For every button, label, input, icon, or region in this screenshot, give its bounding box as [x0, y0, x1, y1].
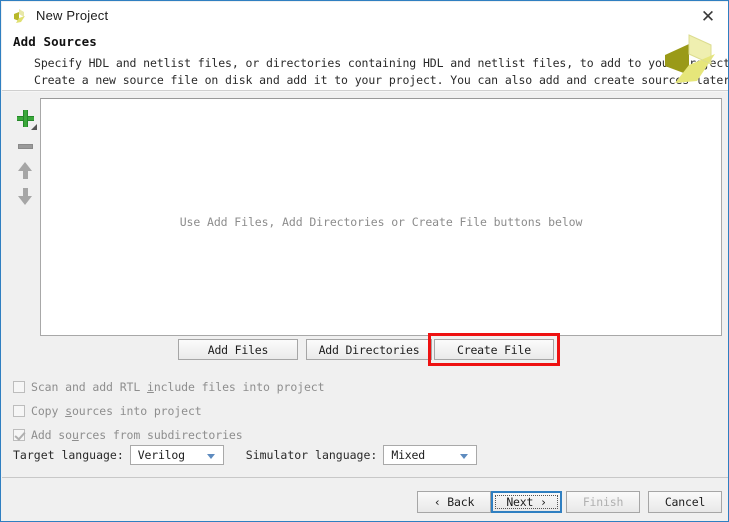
- close-icon[interactable]: ✕: [697, 6, 719, 26]
- checkbox-scan-rtl-include-label: Scan and add RTL include files into proj…: [31, 380, 325, 394]
- footer-panel: ‹ Back Next › Finish Cancel: [2, 478, 728, 521]
- finish-button-label: Finish: [582, 495, 624, 509]
- checkbox-scan-rtl-include-box[interactable]: [13, 381, 25, 393]
- source-action-buttons: Add Files Add Directories Create File: [40, 333, 722, 369]
- add-source-button[interactable]: [11, 105, 39, 131]
- next-button[interactable]: Next ›: [491, 491, 562, 513]
- checkbox-copy-sources-box[interactable]: [13, 405, 25, 417]
- remove-minus-icon: [17, 143, 33, 149]
- page-description-line2: Create a new source file on disk and add…: [34, 73, 729, 87]
- simulator-language-label: Simulator language:: [245, 448, 378, 462]
- checkbox-copy-sources[interactable]: Copy sources into project: [13, 404, 202, 418]
- header-panel: Add Sources Specify HDL and netlist file…: [2, 29, 729, 90]
- create-file-button[interactable]: Create File: [434, 339, 554, 360]
- source-toolbar: [11, 99, 39, 343]
- title-bar: New Project ✕: [2, 2, 728, 29]
- target-language-value: Verilog: [137, 448, 185, 462]
- source-file-list[interactable]: Use Add Files, Add Directories or Create…: [40, 98, 722, 336]
- window-title: New Project: [36, 8, 109, 23]
- new-project-dialog: New Project ✕ Add Sources Specify HDL an…: [0, 0, 729, 522]
- page-title: Add Sources: [13, 34, 97, 49]
- arrow-down-icon: [17, 187, 33, 205]
- add-plus-icon: [16, 109, 37, 130]
- cancel-button[interactable]: Cancel: [648, 491, 722, 513]
- vivado-logo: [659, 31, 721, 89]
- arrow-up-icon: [17, 161, 33, 179]
- chevron-down-icon: [206, 454, 215, 459]
- move-down-button[interactable]: [11, 183, 39, 209]
- vivado-icon: [11, 7, 29, 25]
- page-description: Specify HDL and netlist files, or direct…: [34, 55, 729, 89]
- simulator-language-value: Mixed: [391, 448, 425, 462]
- checkbox-add-subdirectories[interactable]: Add sources from subdirectories: [13, 428, 243, 442]
- source-file-list-placeholder: Use Add Files, Add Directories or Create…: [179, 215, 583, 229]
- back-button-label: ‹ Back: [433, 495, 475, 509]
- remove-source-button[interactable]: [11, 133, 39, 159]
- chevron-down-icon: [460, 454, 469, 459]
- page-description-line1: Specify HDL and netlist files, or direct…: [34, 56, 729, 70]
- target-language-label: Target language:: [13, 448, 124, 462]
- checkbox-add-subdirectories-box[interactable]: [13, 429, 25, 441]
- checkbox-copy-sources-label: Copy sources into project: [31, 404, 202, 418]
- add-files-button[interactable]: Add Files: [178, 339, 298, 360]
- body-panel: Use Add Files, Add Directories or Create…: [2, 92, 728, 477]
- move-up-button[interactable]: [11, 157, 39, 183]
- checkbox-scan-rtl-include[interactable]: Scan and add RTL include files into proj…: [13, 380, 325, 394]
- checkbox-add-subdirectories-label: Add sources from subdirectories: [31, 428, 243, 442]
- language-options-row: Target language: Verilog Simulator langu…: [13, 444, 478, 466]
- next-button-label: Next ›: [506, 495, 547, 509]
- simulator-language-select[interactable]: Mixed: [383, 445, 478, 465]
- back-button[interactable]: ‹ Back: [417, 491, 491, 513]
- cancel-button-label: Cancel: [664, 495, 706, 509]
- target-language-select[interactable]: Verilog: [129, 445, 224, 465]
- add-directories-button[interactable]: Add Directories: [306, 339, 432, 360]
- finish-button: Finish: [566, 491, 640, 513]
